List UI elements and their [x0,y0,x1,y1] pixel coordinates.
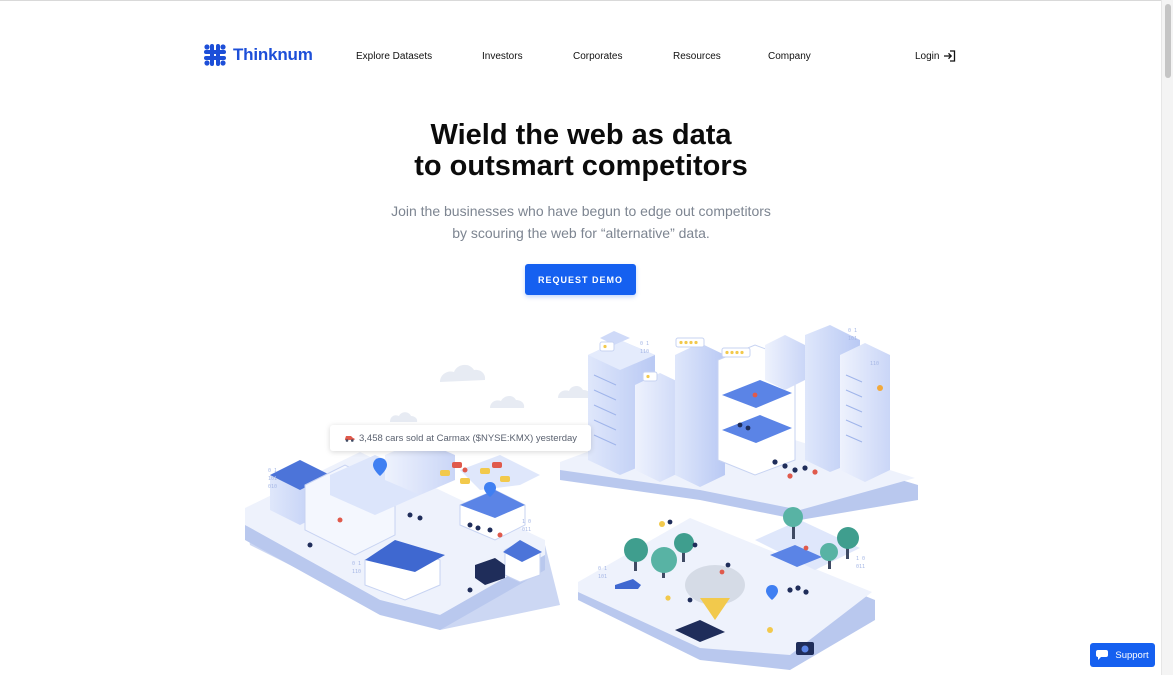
svg-text:0 1: 0 1 [268,468,277,474]
car-icon [345,436,355,442]
tooltip-text: 3,458 cars sold at Carmax ($NYSE:KMX) ye… [359,432,578,444]
scrollbar-thumb[interactable] [1165,4,1171,78]
chat-icon [1096,650,1109,660]
svg-text:110: 110 [352,569,361,575]
svg-text:101: 101 [848,336,857,342]
svg-text:010: 010 [268,484,277,490]
stat-tooltip: 3,458 cars sold at Carmax ($NYSE:KMX) ye… [330,425,592,451]
city-illustration: 0 1 101 010 1 0 011 0 1 110 0 1110 0 1101 11… [245,325,918,670]
svg-text:1 0: 1 0 [856,556,865,562]
support-label: Support [1115,649,1149,661]
svg-text:1 0: 1 0 [522,519,531,525]
svg-text:101: 101 [268,476,277,482]
page-scrollbar[interactable] [1161,0,1173,675]
clouds [390,364,592,422]
svg-text:110: 110 [870,361,879,367]
svg-text:011: 011 [856,564,865,570]
svg-text:0 1: 0 1 [352,561,361,567]
svg-text:0 1: 0 1 [640,341,649,347]
city-island: 0 1 110 0 1 101 110 [560,325,918,520]
support-button[interactable]: Support [1090,643,1155,667]
left-island: 0 1 101 010 1 0 011 0 1 110 [245,440,560,630]
park-island: 0 1 101 1 0 011 [578,507,875,670]
svg-text:0 1: 0 1 [848,328,857,334]
svg-text:110: 110 [640,349,649,355]
svg-text:101: 101 [598,574,607,580]
svg-text:011: 011 [522,527,531,533]
svg-text:0 1: 0 1 [598,566,607,572]
